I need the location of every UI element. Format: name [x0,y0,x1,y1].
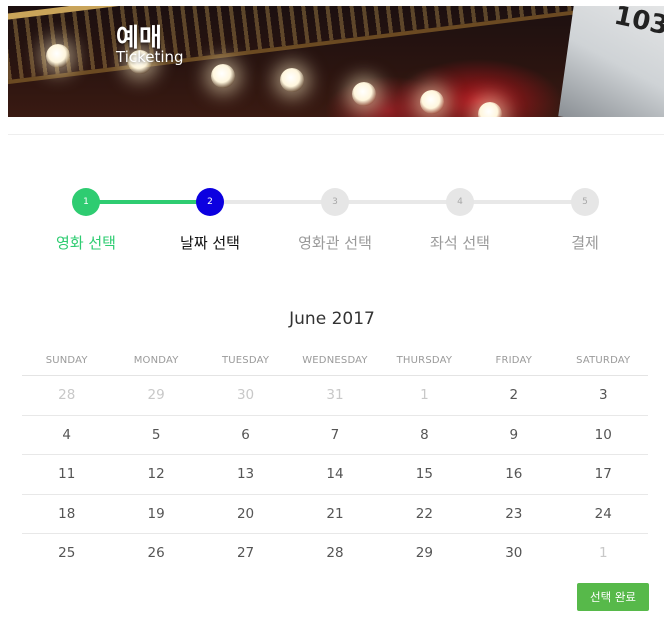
weekday-label: SUNDAY [45,355,88,366]
calendar-day[interactable]: 30 [469,534,558,574]
weekday-label: SATURDAY [576,355,631,366]
weekday-label: THURSDAY [396,355,453,366]
date-calendar: SUNDAY MONDAY TUESDAY WEDNESDAY THURSDAY FRID… [22,348,648,574]
calendar-day[interactable]: 12 [111,455,200,494]
stepper-track-pending [210,200,585,204]
calendar-day[interactable]: 6 [201,416,290,455]
step-4-indicator: 4 [446,188,474,216]
stepper-track-completed [86,200,210,204]
calendar-day[interactable]: 26 [111,534,200,574]
theater-eave-decoration [8,6,612,86]
step-2-indicator[interactable]: 2 [196,188,224,216]
calendar-day[interactable]: 19 [111,495,200,534]
light-bulb-decoration [211,64,235,88]
calendar-grid: 28 29 30 31 1 2 3 4 5 6 7 8 9 10 11 12 13 14 15 16 17 18 19 20 2… [22,376,648,574]
weekday-label: MONDAY [133,355,179,366]
confirm-selection-button[interactable]: 선택 완료 [577,583,649,611]
light-bulb-decoration [46,44,70,68]
calendar-day[interactable]: 16 [469,455,558,494]
weekday-label: TUESDAY [221,355,270,366]
calendar-day-outside-month: 28 [58,387,76,403]
calendar-day-outside-month: 31 [326,387,344,403]
calendar-day[interactable]: 5 [111,416,200,455]
hero-banner: 103 예매 Ticketing [8,6,664,117]
calendar-weekday-header: SUNDAY MONDAY TUESDAY WEDNESDAY THURSDAY FRID… [22,348,648,376]
calendar-week-row: 25 26 27 28 29 30 1 [22,534,648,574]
calendar-day[interactable]: 20 [201,495,290,534]
step-5-indicator: 5 [571,188,599,216]
calendar-day[interactable]: 28 [290,534,379,574]
calendar-week-row: 4 5 6 7 8 9 10 [22,416,648,455]
calendar-day[interactable]: 3 [559,376,648,415]
calendar-day[interactable]: 4 [22,416,111,455]
calendar-day[interactable]: 8 [380,416,469,455]
calendar-day[interactable]: 7 [290,416,379,455]
step-2-label[interactable]: 날짜 선택 [150,232,270,253]
calendar-day[interactable]: 18 [22,495,111,534]
calendar-day[interactable]: 25 [22,534,111,574]
booking-stepper: 1 2 3 4 5 영화 선택 날짜 선택 영화관 선택 좌석 선택 결제 [0,180,664,260]
calendar-day[interactable]: 14 [290,455,379,494]
step-1-indicator[interactable]: 1 [72,188,100,216]
calendar-day[interactable]: 2 [469,376,558,415]
step-3-indicator: 3 [321,188,349,216]
calendar-day[interactable]: 22 [380,495,469,534]
calendar-day[interactable]: 21 [290,495,379,534]
calendar-day[interactable]: 17 [559,455,648,494]
weekday-label: WEDNESDAY [302,355,368,366]
calendar-day-outside-month: 1 [598,545,608,561]
light-bulb-decoration [420,90,444,114]
calendar-day[interactable]: 10 [559,416,648,455]
calendar-day[interactable]: 15 [380,455,469,494]
calendar-day[interactable]: 27 [201,534,290,574]
calendar-day[interactable]: 24 [559,495,648,534]
calendar-day-outside-month: 29 [147,387,165,403]
calendar-day-outside-month: 1 [420,387,429,403]
light-bulb-decoration [352,82,376,106]
calendar-day[interactable]: 29 [380,534,469,574]
step-4-label: 좌석 선택 [430,234,490,252]
light-bulb-decoration [478,102,502,117]
light-bulb-decoration [280,68,304,92]
calendar-day[interactable]: 13 [201,455,290,494]
calendar-day[interactable]: 23 [469,495,558,534]
weekday-label: FRIDAY [495,355,533,366]
step-1-label[interactable]: 영화 선택 [26,232,146,253]
calendar-month-title: June 2017 [289,309,375,329]
calendar-week-row: 11 12 13 14 15 16 17 [22,455,648,495]
step-3-label: 영화관 선택 [298,234,372,252]
step-5-label: 결제 [571,234,599,252]
calendar-day[interactable]: 11 [22,455,111,494]
calendar-day[interactable]: 9 [469,416,558,455]
page-subtitle: Ticketing [116,48,184,66]
calendar-week-row: 28 29 30 31 1 2 3 [22,376,648,416]
calendar-day-outside-month: 30 [236,387,255,403]
header-divider [8,134,664,135]
calendar-week-row: 18 19 20 21 22 23 24 [22,495,648,534]
